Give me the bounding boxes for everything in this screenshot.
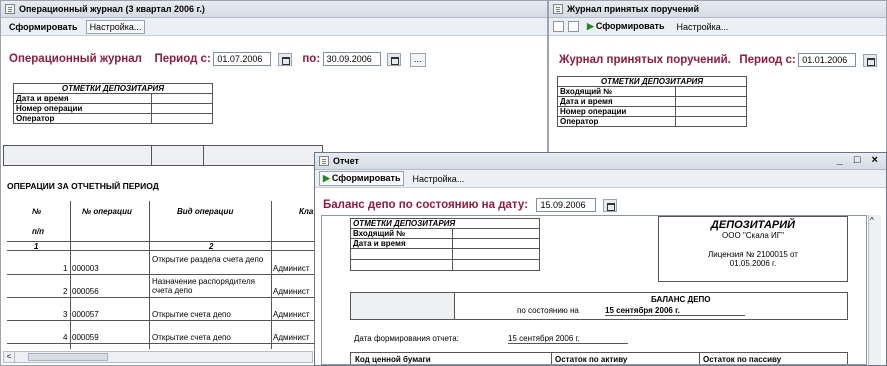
col-liability: Остаток по пассиву: [703, 355, 782, 364]
calendar-icon[interactable]: [602, 199, 617, 213]
scroll-thumb[interactable]: [28, 353, 108, 361]
vertical-scrollbar[interactable]: ^: [868, 215, 881, 365]
date-from-input[interactable]: 01.01.2006: [798, 53, 857, 67]
scroll-up-icon[interactable]: ^: [870, 216, 874, 225]
col-class: Кла: [299, 207, 314, 216]
col-opnum: № операции: [82, 207, 132, 216]
depo-row-value: [151, 93, 213, 104]
date-row: Баланс депо по состоянию на дату: 15.09.…: [323, 198, 617, 213]
license-label: Лицензия № 2100015 от: [708, 250, 798, 259]
play-icon: ▶: [587, 21, 594, 31]
balance-table-header: Код ценной бумаги Остаток по активу Оста…: [350, 352, 848, 364]
period-row: Журнал принятых поручений. Период с: 01.…: [559, 53, 877, 68]
depo-row-label: Входящий №: [350, 228, 453, 239]
titlebar[interactable]: Операционный журнал (3 квартал 2006 г.): [1, 1, 547, 18]
toolbar: ▶ Сформировать Настройка...: [549, 18, 886, 36]
report-date-label: Дата формирования отчета:: [354, 334, 459, 343]
settings-button[interactable]: Настройка...: [85, 19, 146, 34]
col-code: Код ценной бумаги: [355, 355, 431, 364]
depo-row-label: Дата и время: [350, 238, 453, 249]
calendar-icon[interactable]: [387, 53, 402, 67]
depo-row-label: Оператор: [13, 113, 152, 124]
window-title: Операционный журнал (3 квартал 2006 г.): [19, 4, 205, 14]
period-label: Период с:: [154, 53, 211, 65]
toolbar: Сформировать Настройка...: [1, 18, 547, 36]
depositary-block: ДЕПОЗИТАРИЙ ООО "Скала ИГ" Лицензия № 21…: [658, 216, 848, 282]
table-row[interactable]: 2 000056 Назначение распорядителя счета …: [7, 276, 315, 298]
horizontal-scrollbar[interactable]: <: [3, 351, 313, 363]
depo-row-label: Дата и время: [13, 93, 152, 104]
balance-title: БАЛАНС ДЕПО: [651, 295, 711, 304]
operations-header: № п/п № операции Вид операции Кла: [7, 201, 315, 243]
document-icon: [553, 4, 563, 14]
toolbar: ▶ Сформировать Настройка...: [315, 170, 886, 188]
window-accepted-orders: Журнал принятых поручений ▶ Сформировать …: [548, 0, 887, 160]
table-row[interactable]: 1 000003 Открытие раздела счета депо Адм…: [7, 253, 315, 275]
depositary-name: ООО "Скала ИГ": [722, 231, 784, 240]
col-pp: п/п: [32, 227, 44, 236]
table-row[interactable]: 3 000057 Открытие счета депо Админист: [7, 299, 315, 321]
depo-marks-table: ОТМЕТКИ ДЕПОЗИТАРИЯ Входящий № Дата и вр…: [350, 218, 540, 271]
form-button[interactable]: ▶ Сформировать: [583, 19, 668, 34]
depo-marks-header: ОТМЕТКИ ДЕПОЗИТАРИЯ: [557, 76, 747, 87]
report-date-value: 15 сентября 2006 г.: [508, 334, 628, 344]
depo-row-value: [151, 103, 213, 114]
calendar-icon[interactable]: [862, 54, 877, 68]
separator-band: [3, 145, 323, 166]
table-row[interactable]: 4 000059 Открытие счета депо Админист: [7, 322, 315, 344]
col-asset: Остаток по активу: [555, 355, 628, 364]
depo-marks-table: ОТМЕТКИ ДЕПОЗИТАРИЯ Входящий № Дата и вр…: [557, 76, 747, 127]
window-controls[interactable]: _ □ ×: [837, 154, 882, 166]
col-type: Вид операции: [177, 207, 234, 216]
page-title: Баланс депо по состоянию на дату:: [323, 199, 528, 211]
balance-block: БАЛАНС ДЕПО по состоянию на 15 сентября …: [350, 292, 848, 320]
depo-marks-header: ОТМЕТКИ ДЕПОЗИТАРИЯ: [13, 83, 213, 94]
scroll-left-icon[interactable]: <: [4, 352, 15, 362]
page-title: Журнал принятых поручений.: [559, 54, 731, 66]
titlebar[interactable]: Журнал принятых поручений: [549, 1, 886, 18]
depo-row-value: [151, 113, 213, 124]
date-input[interactable]: 15.09.2006: [536, 198, 597, 212]
document-icon: [5, 4, 15, 14]
depo-row-label: Дата и время: [557, 96, 676, 107]
settings-button[interactable]: Настройка...: [672, 20, 732, 34]
settings-button[interactable]: Настройка...: [408, 172, 468, 186]
calendar-icon[interactable]: [277, 53, 292, 67]
to-label: по:: [302, 53, 321, 65]
depositary-title: ДЕПОЗИТАРИЙ: [710, 219, 796, 231]
titlebar[interactable]: Отчет _ □ ×: [315, 153, 886, 170]
col-n: №: [32, 207, 42, 216]
license-date: 01.05.2006 г.: [729, 259, 777, 268]
depo-marks-header: ОТМЕТКИ ДЕПОЗИТАРИЯ: [350, 218, 540, 229]
window-title: Журнал принятых поручений: [567, 4, 699, 14]
depo-marks-table: ОТМЕТКИ ДЕПОЗИТАРИЯ Дата и время Номер о…: [13, 83, 213, 124]
window-title: Отчет: [333, 156, 359, 166]
play-icon: ▶: [323, 173, 330, 183]
print-icon[interactable]: [553, 21, 564, 32]
date-from-input[interactable]: 01.07.2006: [213, 52, 272, 66]
operations-title: ОПЕРАЦИИ ЗА ОТЧЕТНЫЙ ПЕРИОД: [7, 181, 159, 191]
window-report: Отчет _ □ × ▶ Сформировать Настройка... Б…: [314, 152, 887, 366]
form-button[interactable]: Сформировать: [5, 20, 82, 34]
depo-row-label: Номер операции: [13, 103, 152, 114]
period-row: Операционный журнал Период с: 01.07.2006…: [9, 52, 426, 67]
depo-row-label: Входящий №: [557, 86, 676, 97]
period-select-button[interactable]: ...: [409, 52, 426, 67]
copy-icon[interactable]: [568, 21, 579, 32]
page-title: Операционный журнал: [9, 53, 142, 65]
report-area: ОТМЕТКИ ДЕПОЗИТАРИЯ Входящий № Дата и вр…: [321, 215, 867, 365]
date-to-input[interactable]: 30.09.2006: [322, 52, 381, 66]
depo-row-label: Оператор: [557, 116, 676, 127]
document-icon: [319, 156, 329, 166]
depo-row-label: Номер операции: [557, 106, 676, 117]
period-label: Период с:: [739, 54, 796, 66]
index-row: 1 2: [7, 241, 315, 251]
as-of-value: 15 сентября 2006 г.: [605, 306, 745, 316]
as-of-label: по состоянию на: [517, 306, 579, 315]
form-button[interactable]: ▶ Сформировать: [319, 171, 405, 186]
